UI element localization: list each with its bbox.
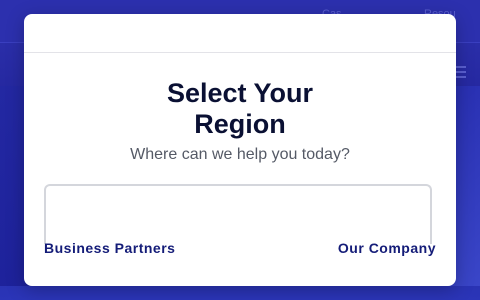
region-select[interactable]: [44, 184, 432, 244]
menu-icon: [456, 66, 466, 81]
modal-subtitle: Where can we help you today?: [130, 146, 350, 163]
business-partners-link[interactable]: Business Partners: [44, 240, 175, 256]
our-company-link[interactable]: Our Company: [338, 240, 436, 256]
modal-header-bar: [24, 14, 456, 53]
region-modal: Select Your Region Where can we help you…: [24, 14, 456, 286]
modal-title-line2: Region: [194, 109, 286, 139]
modal-links: Business Partners Our Company: [44, 238, 436, 258]
modal-title: Select Your Region: [24, 78, 456, 140]
modal-title-line1: Select Your: [166, 78, 314, 108]
